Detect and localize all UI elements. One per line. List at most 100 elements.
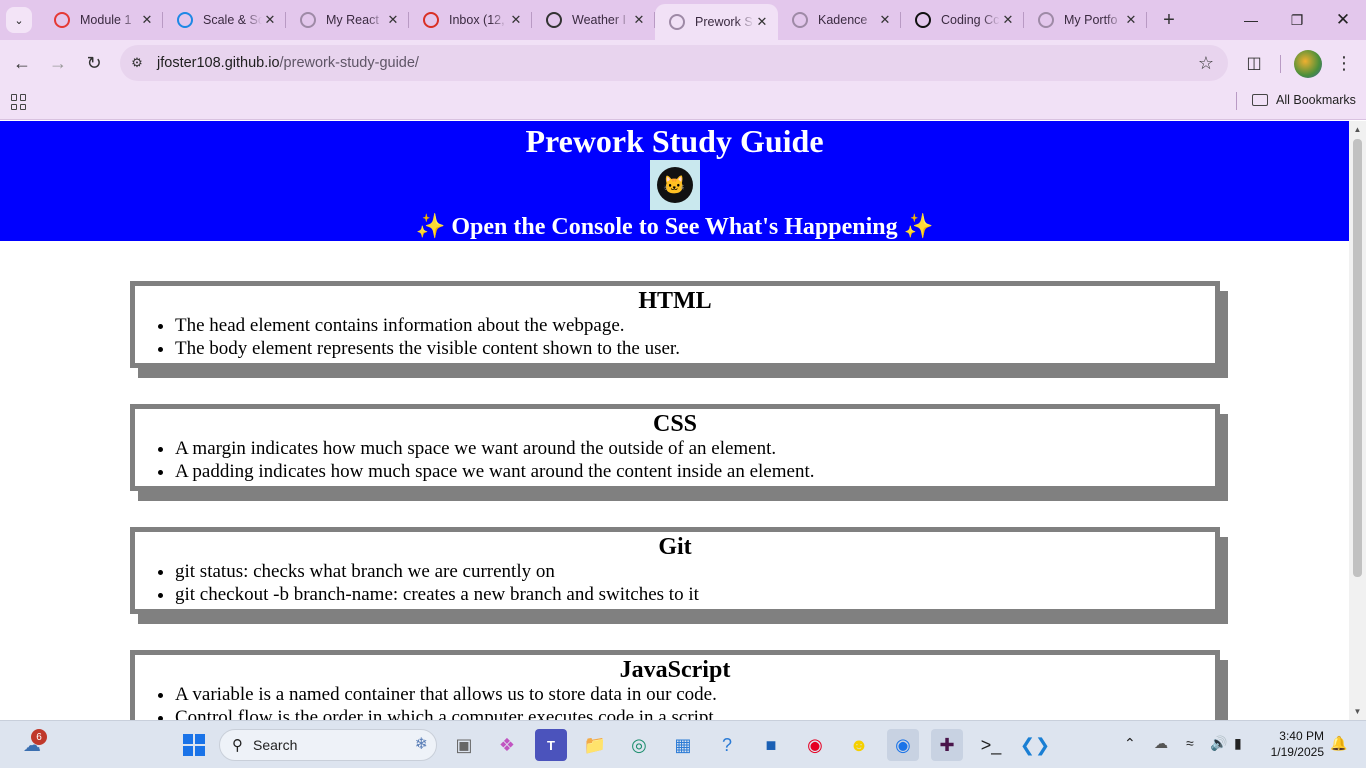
browser-tab[interactable]: Scale & Sc ✕ [163, 0, 286, 40]
widgets-badge: 6 [31, 729, 47, 745]
slack-icon[interactable]: ✚ [931, 729, 963, 761]
section-list: A margin indicates how much space we wan… [175, 437, 1215, 486]
tab-list: Module 1 ✕ Scale & Sc ✕ My React ✕ Inbox (12, ✕… [40, 0, 1147, 40]
browser-tab[interactable]: My React ✕ [286, 0, 409, 40]
close-tab-icon[interactable]: ✕ [139, 12, 155, 28]
copilot-icon[interactable]: ❖ [491, 729, 523, 761]
section-list: git status: checks what branch we are cu… [175, 560, 1215, 609]
list-item: git status: checks what branch we are cu… [175, 560, 1215, 583]
tab-title: Module 1 [80, 13, 132, 27]
snapchat-icon[interactable]: ☻ [843, 729, 875, 761]
address-bar[interactable]: ⚙ jfoster108.github.io/prework-study-gui… [120, 45, 1228, 81]
toolbar-divider [1280, 55, 1281, 73]
site-info-icon[interactable]: ⚙ [124, 50, 150, 76]
scroll-up-arrow[interactable]: ▲ [1349, 121, 1366, 138]
plus-icon: + [1163, 8, 1175, 31]
all-bookmarks-label: All Bookmarks [1276, 93, 1356, 107]
chatgpt-favicon-icon [915, 12, 931, 28]
close-tab-icon[interactable]: ✕ [877, 12, 893, 28]
close-tab-icon[interactable]: ✕ [385, 12, 401, 28]
browser-tab[interactable]: Module 1 ✕ [40, 0, 163, 40]
tab-title: Inbox (12, [449, 13, 505, 27]
globe-favicon-icon [1038, 12, 1054, 28]
browser-tab[interactable]: Coding Cc ✕ [901, 0, 1024, 40]
tab-title: My Portfo [1064, 13, 1118, 27]
list-item: A margin indicates how much space we wan… [175, 437, 1215, 460]
bookmark-star-icon[interactable]: ☆ [1198, 53, 1214, 74]
onedrive-icon[interactable]: ☁ [1154, 735, 1168, 752]
teams-icon[interactable]: T [535, 729, 567, 761]
browser-tab[interactable]: Kadence ✕ [778, 0, 901, 40]
tab-title: Scale & Sc [203, 13, 262, 27]
task-view-icon[interactable]: ▣ [448, 729, 480, 761]
tab-search-button[interactable]: ⌄ [6, 7, 32, 33]
chevron-down-icon: ⌄ [14, 14, 24, 27]
back-button[interactable]: ← [5, 46, 39, 80]
file-explorer-icon[interactable]: 📁 [579, 729, 611, 761]
profile-avatar[interactable] [1294, 50, 1322, 78]
app-icon[interactable]: ■ [755, 729, 787, 761]
tab-strip: ⌄ Module 1 ✕ Scale & Sc ✕ My React ✕ Inbox (12… [0, 0, 1366, 40]
globe-favicon-icon [792, 12, 808, 28]
new-tab-button[interactable]: + [1155, 6, 1183, 34]
start-button[interactable] [178, 729, 210, 761]
all-bookmarks-button[interactable]: All Bookmarks [1252, 93, 1356, 107]
wifi-icon[interactable]: ≈ [1186, 735, 1194, 751]
close-tab-icon[interactable]: ✕ [262, 12, 278, 28]
forward-button[interactable]: → [41, 46, 75, 80]
chrome-icon[interactable]: ◉ [887, 729, 919, 761]
module-favicon-icon [54, 12, 70, 28]
browser-tab[interactable]: My Portfo ✕ [1024, 0, 1147, 40]
close-tab-icon[interactable]: ✕ [631, 12, 647, 28]
menu-kebab-icon[interactable]: ⋮ [1330, 49, 1358, 77]
page-subtitle: ✨ Open the Console to See What's Happeni… [415, 214, 934, 240]
gmail-favicon-icon [423, 12, 439, 28]
minimize-button[interactable]: — [1228, 0, 1274, 40]
battery-icon[interactable]: ▮ [1234, 735, 1242, 752]
terminal-icon[interactable]: >_ [975, 729, 1007, 761]
link-favicon-icon [546, 12, 562, 28]
browser-tab[interactable]: Inbox (12, ✕ [409, 0, 532, 40]
store-icon[interactable]: ▦ [667, 729, 699, 761]
close-tab-icon[interactable]: ✕ [1123, 12, 1139, 28]
clock-time: 3:40 PM [1279, 729, 1324, 743]
restore-button[interactable]: ❐ [1274, 0, 1320, 40]
tray-overflow-icon[interactable]: ⌃ [1124, 735, 1136, 752]
edge-icon[interactable]: ◎ [623, 729, 655, 761]
close-tab-icon[interactable]: ✕ [754, 14, 770, 30]
browser-tab[interactable]: Weather I ✕ [532, 0, 655, 40]
section-javascript: JavaScript A variable is a named contain… [130, 650, 1220, 720]
close-tab-icon[interactable]: ✕ [508, 12, 524, 28]
tab-title: Weather I [572, 13, 626, 27]
pinterest-icon[interactable]: ◉ [799, 729, 831, 761]
taskbar-search[interactable]: ⚲ Search ❄ [219, 729, 437, 761]
tab-title: My React [326, 13, 379, 27]
globe-favicon-icon [300, 12, 316, 28]
list-item: git checkout -b branch-name: creates a n… [175, 583, 1215, 606]
help-icon[interactable]: ? [711, 729, 743, 761]
globe-favicon-icon [669, 14, 685, 30]
close-tab-icon[interactable]: ✕ [1000, 12, 1016, 28]
scroll-thumb[interactable] [1353, 139, 1362, 577]
section-git: Git git status: checks what branch we ar… [130, 527, 1220, 614]
section-heading: JavaScript [619, 657, 731, 683]
apps-grid-icon[interactable] [11, 94, 27, 110]
volume-icon[interactable]: 🔊 [1210, 735, 1227, 752]
vscode-icon[interactable]: ❮❯ [1019, 729, 1051, 761]
list-item: A padding indicates how much space we wa… [175, 460, 1215, 483]
close-window-button[interactable]: ✕ [1320, 0, 1366, 40]
extensions-icon[interactable]: ◫ [1240, 49, 1268, 77]
reload-button[interactable]: ↻ [77, 46, 111, 80]
clock[interactable]: 3:40 PM 1/19/2025 [1262, 728, 1324, 760]
section-html: HTML The head element contains informati… [130, 281, 1220, 368]
browser-tab[interactable]: Prework S ✕ [655, 4, 778, 40]
notification-bell-icon[interactable]: 🔔 [1330, 735, 1347, 752]
reload-icon: ↻ [86, 52, 102, 73]
scroll-down-arrow[interactable]: ▼ [1349, 703, 1366, 720]
arrow-right-icon: → [49, 52, 67, 73]
clock-date: 1/19/2025 [1270, 745, 1324, 759]
arrow-left-icon: ← [13, 52, 31, 73]
list-item: A variable is a named container that all… [175, 683, 1215, 706]
page-scrollbar[interactable]: ▲ ▼ [1349, 121, 1366, 720]
list-item: The head element contains information ab… [175, 314, 1215, 337]
